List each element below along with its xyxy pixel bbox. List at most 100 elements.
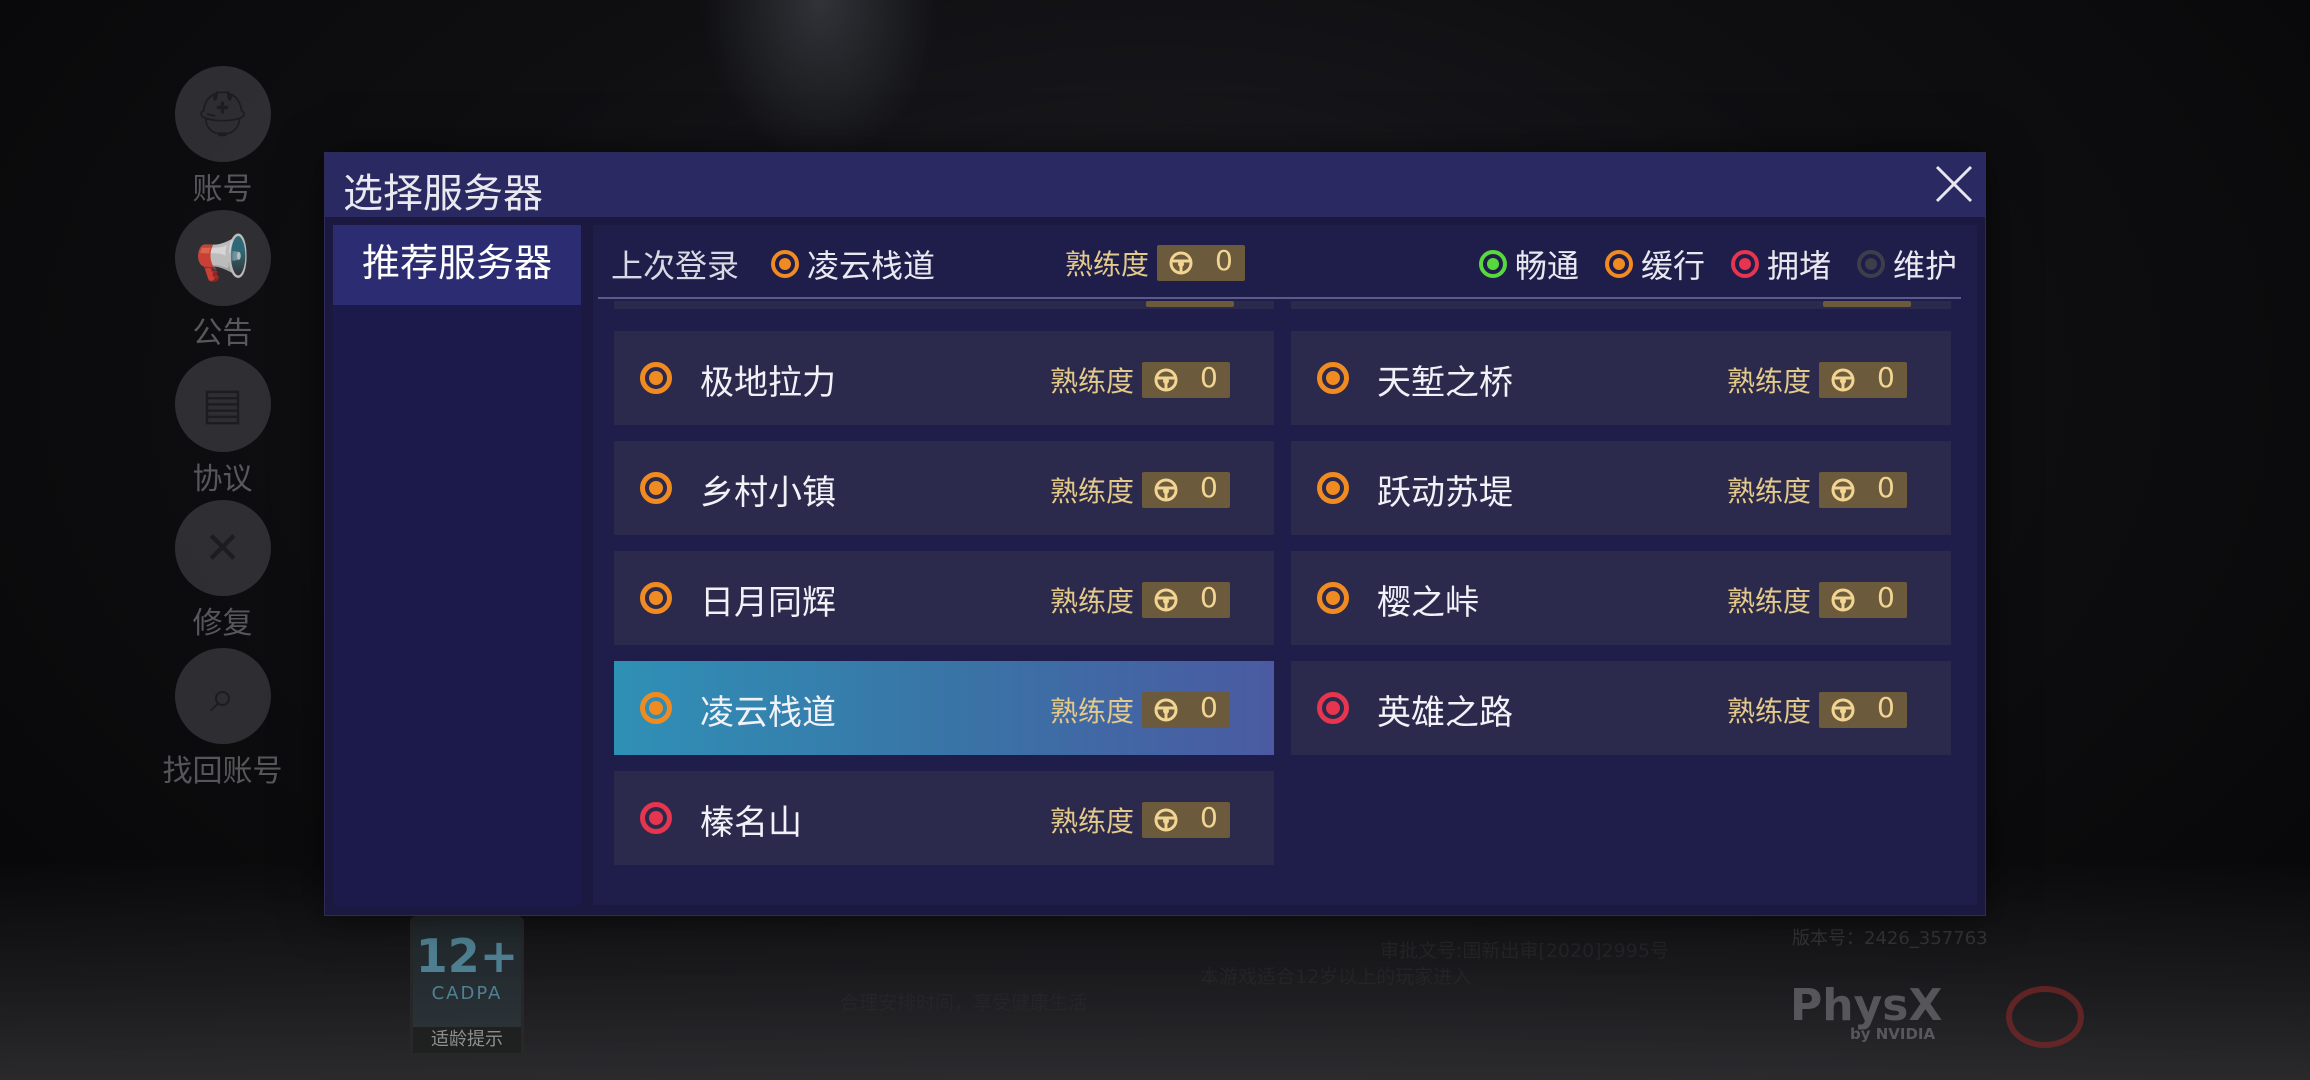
proficiency-value: 0 <box>1200 361 1218 394</box>
side-item-label: 账号 <box>192 172 253 207</box>
server-name: 榛名山 <box>700 803 802 843</box>
server-name: 乡村小镇 <box>700 473 836 513</box>
server-proficiency: 熟练度 0 <box>1050 360 1231 400</box>
divider <box>598 297 1961 299</box>
status-busy-icon <box>640 362 672 394</box>
legend-maintenance: 维护 <box>1856 241 1957 287</box>
steering-wheel-icon <box>1831 478 1855 502</box>
server-card[interactable]: 天堑之桥 熟练度 0 <box>1291 331 1951 425</box>
server-card[interactable]: 樱之峠 熟练度 0 <box>1291 551 1951 645</box>
server-name: 凌云栈道 <box>700 693 836 733</box>
steering-wheel-icon <box>1831 588 1855 612</box>
legend-label: 维护 <box>1892 247 1957 285</box>
proficiency-box: 0 <box>1142 581 1231 618</box>
server-card[interactable]: 跃动苏堤 熟练度 0 <box>1291 441 1951 535</box>
status-busy-icon <box>1317 472 1349 504</box>
side-item-notice[interactable]: 📢 公告 <box>165 210 280 352</box>
legend-label: 拥堵 <box>1766 247 1831 285</box>
side-item-recover-account[interactable]: ⌕ 找回账号 <box>151 648 294 790</box>
tab-recommended-servers[interactable]: 推荐服务器 <box>333 225 581 305</box>
server-card[interactable]: 榛名山 熟练度 0 <box>614 771 1274 865</box>
legal-line: 审批文号:国新出审[2020]2995号 <box>1380 940 1669 962</box>
proficiency-value: 0 <box>1877 691 1895 724</box>
status-busy-icon <box>771 250 799 278</box>
server-card[interactable]: 极地拉力 熟练度 0 <box>614 331 1274 425</box>
legend-crowded: 拥堵 <box>1730 241 1831 287</box>
status-busy-icon <box>1317 582 1349 614</box>
server-proficiency: 熟练度 0 <box>1050 690 1231 730</box>
search-helmet-icon: ⌕ <box>174 648 271 744</box>
proficiency-value: 0 <box>1877 581 1895 614</box>
server-card[interactable]: 乡村小镇 熟练度 0 <box>614 441 1274 535</box>
megaphone-icon: 📢 <box>174 210 271 306</box>
server-name: 极地拉力 <box>700 363 836 403</box>
server-card-selected[interactable]: 凌云栈道 熟练度 0 <box>614 661 1274 755</box>
steering-wheel-icon <box>1154 808 1178 832</box>
last-login-server[interactable]: 凌云栈道 <box>771 241 935 287</box>
close-button[interactable] <box>1921 153 1985 217</box>
proficiency-box: 0 <box>1819 361 1908 398</box>
age-rating-badge: 12+ CADPA 适龄提示 <box>410 916 524 1056</box>
server-card[interactable]: 日月同辉 熟练度 0 <box>614 551 1274 645</box>
status-busy-icon <box>640 582 672 614</box>
steering-wheel-icon <box>1169 251 1193 275</box>
proficiency-label: 熟练度 <box>1050 585 1135 618</box>
side-item-repair[interactable]: ✕ 修复 <box>165 500 280 642</box>
server-proficiency: 熟练度 0 <box>1727 470 1908 510</box>
proficiency-box: 0 <box>1142 691 1231 728</box>
side-item-label: 协议 <box>192 462 253 497</box>
last-login-server-name: 凌云栈道 <box>807 247 936 285</box>
server-name: 天堑之桥 <box>1377 363 1513 403</box>
proficiency-label: 熟练度 <box>1727 695 1812 728</box>
server-category-sidebar: 推荐服务器 <box>333 225 581 905</box>
server-name: 樱之峠 <box>1377 583 1479 623</box>
status-busy-icon <box>1317 362 1349 394</box>
document-icon: ▤ <box>174 356 271 452</box>
server-proficiency: 熟练度 0 <box>1050 470 1231 510</box>
server-list-panel: 上次登录 凌云栈道 熟练度 0 畅通 缓行 拥堵 维护 极地拉力 熟练度 0 天… <box>593 225 1977 905</box>
proficiency-label: 熟练度 <box>1065 248 1150 281</box>
proficiency-box: 0 <box>1157 244 1246 281</box>
publisher-logo <box>2006 986 2084 1048</box>
physx-by: by NVIDIA <box>1850 1025 1936 1043</box>
proficiency-value: 0 <box>1877 361 1895 394</box>
server-card-partial[interactable] <box>614 301 1274 309</box>
server-card[interactable]: 英雄之路 熟练度 0 <box>1291 661 1951 755</box>
side-item-account[interactable]: ⛑ 账号 <box>165 66 280 208</box>
proficiency-value: 0 <box>1200 471 1218 504</box>
legend-smooth: 畅通 <box>1478 241 1579 287</box>
legal-line: 合理安排时间，享受健康生活 <box>840 992 1088 1014</box>
proficiency-label: 熟练度 <box>1727 475 1812 508</box>
legal-text: 审批文号:国新出审[2020]2995号 本游戏适合12岁以上的玩家进入 合理安… <box>640 938 1690 1016</box>
steering-wheel-icon <box>1831 368 1855 392</box>
proficiency-value: 0 <box>1200 581 1218 614</box>
status-crowded-icon <box>640 802 672 834</box>
server-name: 跃动苏堤 <box>1377 473 1513 513</box>
steering-wheel-icon <box>1831 698 1855 722</box>
last-login-bar: 上次登录 凌云栈道 熟练度 0 畅通 缓行 拥堵 维护 <box>593 225 1977 299</box>
server-proficiency: 熟练度 0 <box>1050 800 1231 840</box>
last-login-proficiency: 熟练度 0 <box>1065 243 1246 283</box>
status-crowded-icon <box>1317 692 1349 724</box>
server-proficiency: 熟练度 0 <box>1050 580 1231 620</box>
steering-wheel-icon <box>1154 478 1178 502</box>
side-item-agreement[interactable]: ▤ 协议 <box>165 356 280 498</box>
proficiency-box: 0 <box>1142 471 1231 508</box>
close-icon <box>1935 165 1973 203</box>
server-name: 日月同辉 <box>700 583 836 623</box>
proficiency-value: 0 <box>1200 691 1218 724</box>
server-list[interactable]: 极地拉力 熟练度 0 天堑之桥 熟练度 0 乡村小镇 熟练度 0 跃动苏堤 熟练… <box>593 301 1977 905</box>
status-maintenance-icon <box>1856 250 1885 278</box>
status-crowded-icon <box>1730 250 1759 278</box>
proficiency-label: 熟练度 <box>1727 585 1812 618</box>
helmet-icon: ⛑ <box>174 66 271 162</box>
proficiency-label: 熟练度 <box>1050 805 1135 838</box>
proficiency-box <box>1146 301 1234 307</box>
proficiency-value: 0 <box>1215 244 1233 277</box>
server-card-partial[interactable] <box>1291 301 1951 309</box>
server-proficiency: 熟练度 0 <box>1727 360 1908 400</box>
status-busy-icon <box>640 472 672 504</box>
wrench-icon: ✕ <box>174 500 271 596</box>
proficiency-label: 熟练度 <box>1050 365 1135 398</box>
last-login-label: 上次登录 <box>611 247 740 285</box>
